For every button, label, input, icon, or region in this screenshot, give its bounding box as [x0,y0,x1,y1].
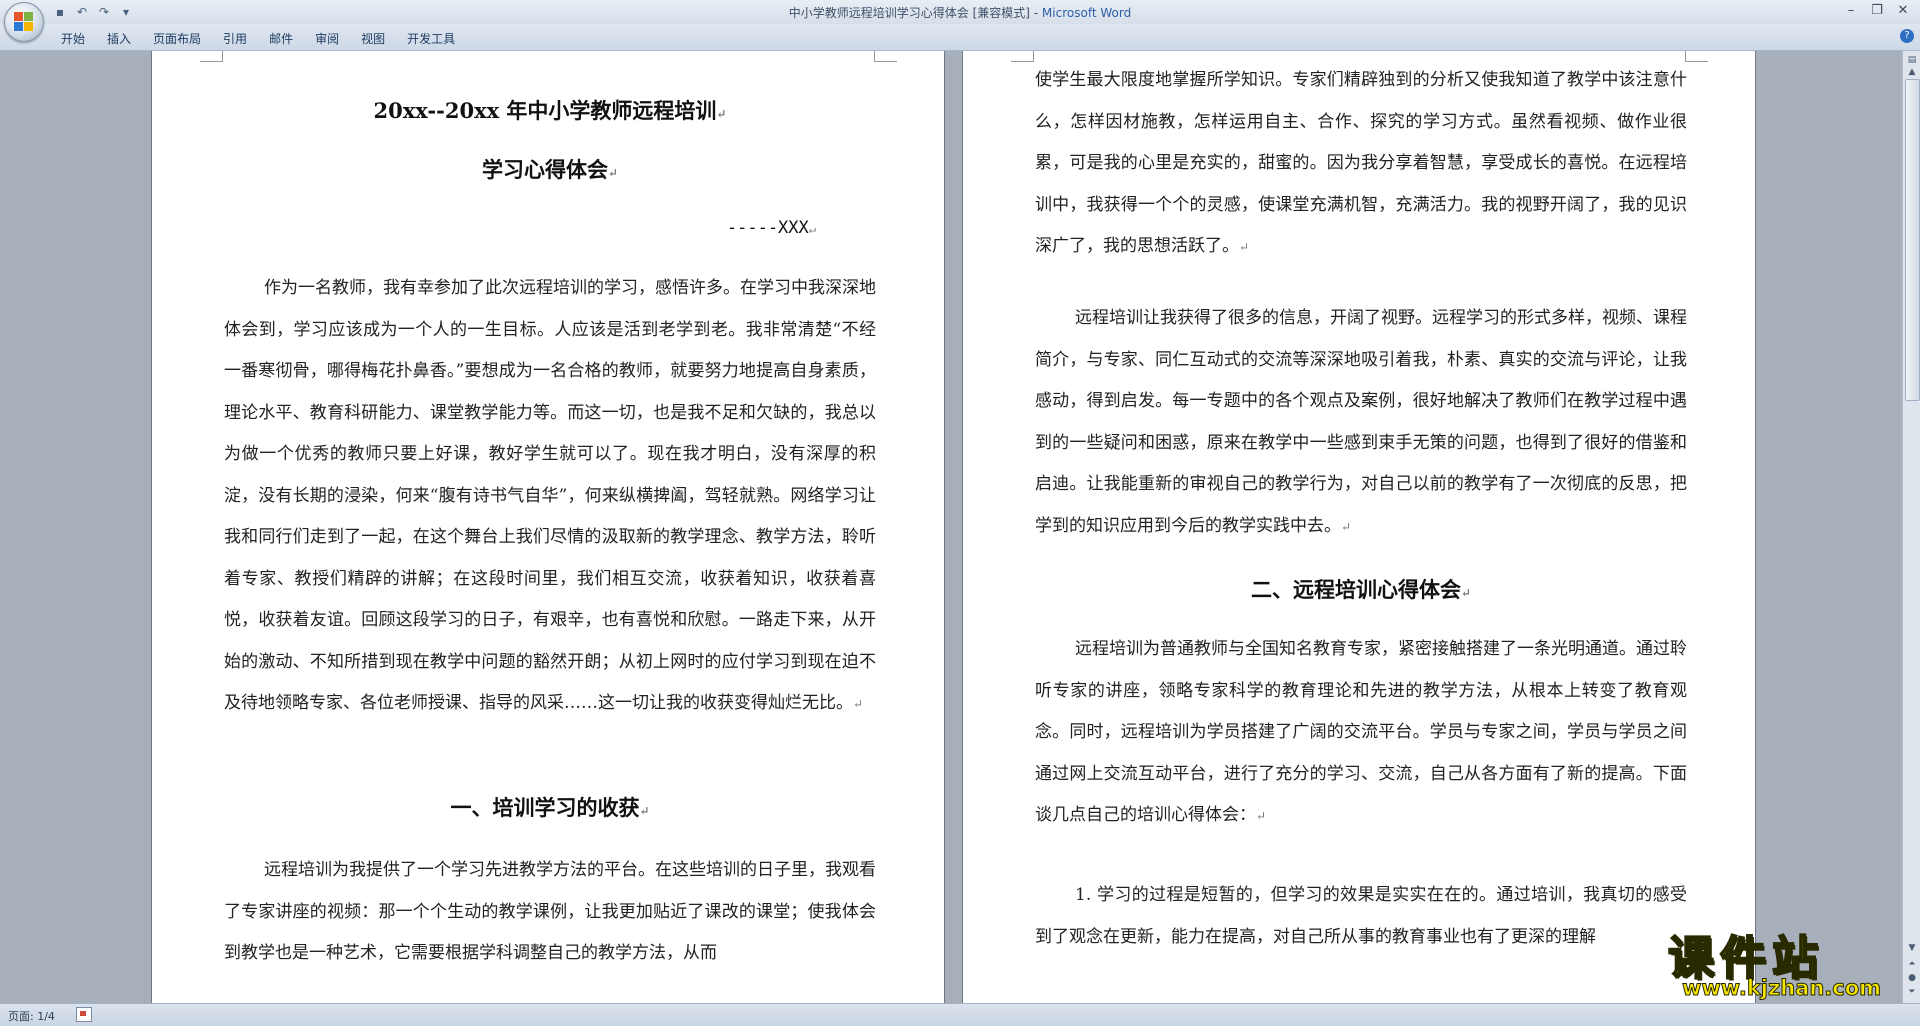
document-title: 中小学教师远程培训学习心得体会 [兼容模式] - [788,6,1042,20]
restore-icon[interactable]: ❐ [1864,0,1890,20]
document-area: 20xx--20xx 年中小学教师远程培训↵ 学习心得体会↵ -----XXX↵… [0,51,1902,1003]
window-title: 中小学教师远程培训学习心得体会 [兼容模式] - Microsoft Word [0,4,1920,21]
scroll-down-icon[interactable]: ▼ [1905,941,1919,955]
ribbon: 开始 插入 页面布局 引用 邮件 审阅 视图 开发工具 ? [0,24,1920,51]
paragraph-text: 使学生最大限度地掌握所学知识。专家们精辟独到的分析又使我知道了教学中该注意什么，… [1035,70,1687,256]
doc-title-line2[interactable]: 学习心得体会↵ [224,154,876,184]
body-paragraph[interactable]: 1. 学习的过程是短暂的，但学习的效果是实实在在的。通过培训，我真切的感受到了观… [1035,875,1687,958]
tab-mailings[interactable]: 邮件 [258,29,304,49]
proofing-icon[interactable] [76,1007,92,1022]
office-logo-icon [14,12,34,32]
section-heading-1-text: 一、培训学习的收获 [450,795,640,820]
paragraph-mark: ↵ [1239,240,1250,254]
tab-home[interactable]: 开始 [50,29,96,49]
doc-title-line1[interactable]: 20xx--20xx 年中小学教师远程培训↵ [224,95,876,125]
watermark-url: www.kjzhan.com [1681,976,1882,1001]
paragraph-text: 1. 学习的过程是短暂的，但学习的效果是实实在在的。通过培训，我真切的感受到了观… [1035,885,1687,947]
section-heading-1[interactable]: 一、培训学习的收获↵ [224,792,876,822]
office-button[interactable] [4,2,44,42]
next-page-icon[interactable]: ⏷ [1905,985,1919,999]
tab-references[interactable]: 引用 [212,29,258,49]
help-icon[interactable]: ? [1900,29,1914,43]
vertical-scrollbar[interactable]: ▤ ▲ ▼ ⏶ ● ⏷ [1902,51,1920,1003]
doc-author[interactable]: -----XXX↵ [224,218,876,238]
close-icon[interactable]: ✕ [1890,0,1916,20]
page-2: 使学生最大限度地掌握所学知识。专家们精辟独到的分析又使我知道了教学中该注意什么，… [962,51,1756,1003]
crop-mark [200,51,223,62]
doc-title-line2-text: 学习心得体会 [481,157,608,182]
paragraph-mark: ↵ [853,697,864,711]
body-paragraph[interactable]: 远程培训为我提供了一个学习先进教学方法的平台。在这些培训的日子里，我观看了专家讲… [224,850,876,975]
paragraph-text: 远程培训为普通教师与全国知名教育专家，紧密接触搭建了一条光明通道。通过聆听专家的… [1035,639,1687,825]
page-1: 20xx--20xx 年中小学教师远程培训↵ 学习心得体会↵ -----XXX↵… [151,51,945,1003]
window-controls: – ❐ ✕ [1838,0,1916,20]
doc-author-text: -----XXX [726,218,809,238]
crop-mark [1685,51,1708,62]
tab-view[interactable]: 视图 [350,29,396,49]
paragraph-mark: ↵ [808,222,816,236]
body-paragraph[interactable]: 作为一名教师，我有幸参加了此次远程培训的学习，感悟许多。在学习中我深深地体会到，… [224,268,876,726]
scroll-thumb[interactable] [1905,79,1920,401]
tab-insert[interactable]: 插入 [96,29,142,49]
app-name: Microsoft Word [1041,6,1132,20]
section-heading-2-text: 二、远程培训心得体会 [1250,577,1461,602]
previous-page-icon[interactable]: ⏶ [1905,957,1919,971]
body-paragraph[interactable]: 远程培训为普通教师与全国知名教育专家，紧密接触搭建了一条光明通道。通过聆听专家的… [1035,629,1687,838]
paragraph-text: 远程培训让我获得了很多的信息，开阔了视野。远程学习的形式多样，视频、课程简介，与… [1035,308,1687,536]
scroll-up-icon[interactable]: ▲ [1905,65,1919,79]
minimize-icon[interactable]: – [1838,0,1864,20]
page-count[interactable]: 页面: 1/4 [8,1008,55,1024]
paragraph-mark: ↵ [607,166,619,180]
paragraph-mark: ↵ [1256,809,1267,823]
section-heading-2[interactable]: 二、远程培训心得体会↵ [1035,574,1687,604]
tab-page-layout[interactable]: 页面布局 [142,29,212,49]
body-paragraph[interactable]: 远程培训让我获得了很多的信息，开阔了视野。远程学习的形式多样，视频、课程简介，与… [1035,298,1687,548]
paragraph-text: 远程培训为我提供了一个学习先进教学方法的平台。在这些培训的日子里，我观看了专家讲… [224,860,876,963]
body-paragraph[interactable]: 使学生最大限度地掌握所学知识。专家们精辟独到的分析又使我知道了教学中该注意什么，… [1035,60,1687,269]
site-watermark: 课件站 www.kjzhan.com [1667,922,1900,1002]
paragraph-mark: ↵ [1460,586,1472,600]
tab-review[interactable]: 审阅 [304,29,350,49]
browse-object-icon[interactable]: ● [1905,971,1919,985]
paragraph-mark: ↵ [716,107,727,121]
paragraph-mark: ↵ [639,804,650,818]
crop-mark [874,51,897,62]
tab-developer[interactable]: 开发工具 [396,29,466,49]
doc-title-line1-text: 20xx--20xx 年中小学教师远程培训 [373,98,717,123]
crop-mark [1011,51,1034,62]
paragraph-text: 作为一名教师，我有幸参加了此次远程培训的学习，感悟许多。在学习中我深深地体会到，… [224,278,876,713]
ribbon-tabs: 开始 插入 页面布局 引用 邮件 审阅 视图 开发工具 [50,29,466,49]
status-bar: 页面: 1/4 [0,1003,1920,1026]
paragraph-mark: ↵ [1341,519,1352,534]
title-bar: ▪ ↶ ↷ ▾ 中小学教师远程培训学习心得体会 [兼容模式] - Microso… [0,0,1920,24]
